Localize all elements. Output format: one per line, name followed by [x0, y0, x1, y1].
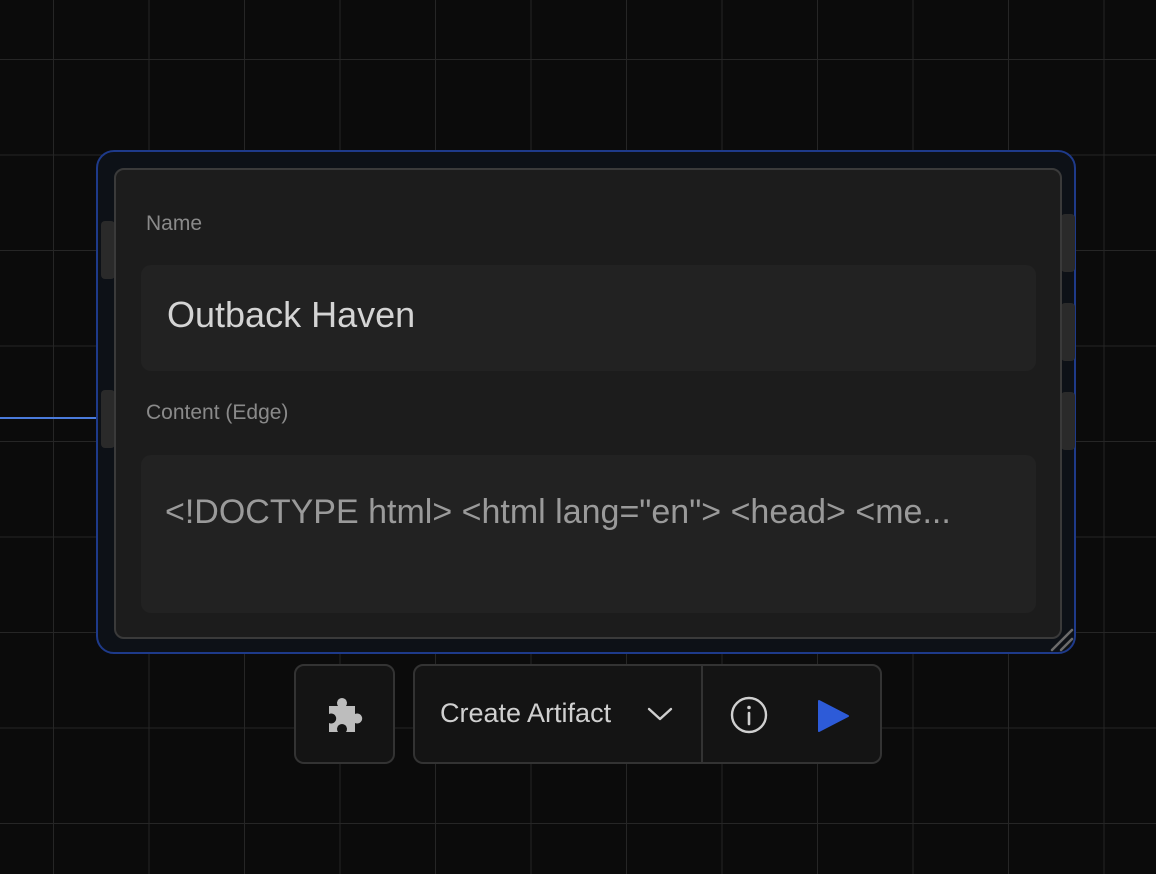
artifact-node[interactable]: Name Outback Haven Content (Edge) <!DOCT…: [114, 168, 1062, 639]
input-handle[interactable]: [101, 390, 115, 448]
content-label: Content (Edge): [146, 401, 289, 424]
name-field[interactable]: Outback Haven: [141, 265, 1036, 371]
action-label: Create Artifact: [440, 698, 612, 728]
plugin-button[interactable]: [294, 664, 395, 764]
resize-icon[interactable]: [1048, 626, 1074, 652]
connection-edge[interactable]: [0, 417, 102, 419]
content-field[interactable]: <!DOCTYPE html> <html lang="en"> <head> …: [141, 455, 1036, 613]
output-handle[interactable]: [1061, 392, 1075, 450]
action-toolbar: Create Artifact: [413, 664, 882, 764]
info-icon[interactable]: [729, 695, 769, 735]
name-value: Outback Haven: [167, 294, 416, 335]
chevron-down-icon: [647, 707, 673, 721]
name-label: Name: [146, 212, 203, 235]
output-handle[interactable]: [1061, 303, 1075, 361]
output-handle[interactable]: [1061, 214, 1075, 272]
content-value: <!DOCTYPE html> <html lang="en"> <head> …: [165, 493, 951, 531]
action-select[interactable]: Create Artifact: [415, 666, 703, 762]
puzzle-icon: [329, 698, 363, 732]
input-handle[interactable]: [101, 221, 115, 279]
play-icon[interactable]: [815, 698, 851, 734]
